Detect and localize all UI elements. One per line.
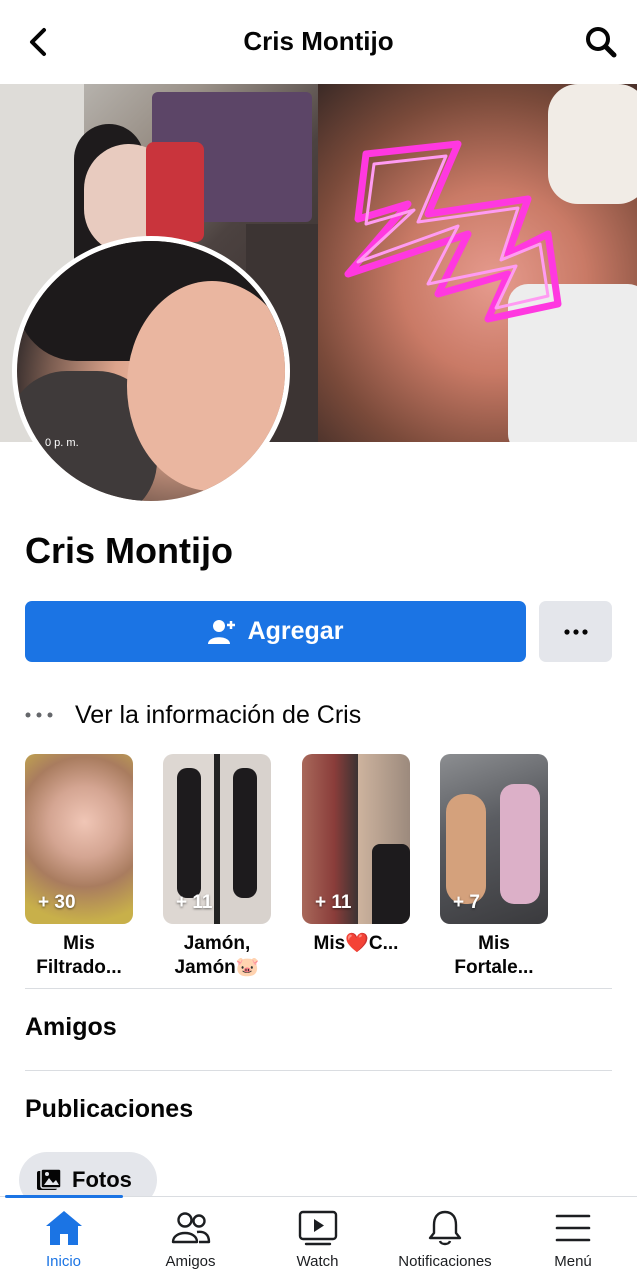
more-options-button[interactable] (539, 601, 612, 662)
bottom-navigation: Inicio Amigos Watch Notificaciones Menú (0, 1195, 637, 1280)
nav-item-inicio[interactable]: Inicio (0, 1209, 127, 1270)
search-icon (586, 27, 617, 58)
featured-count: + 30 (38, 892, 76, 913)
cover-photo-right (318, 84, 637, 442)
featured-label: Filtrado... (36, 957, 122, 978)
nav-item-menu[interactable]: Menú (509, 1209, 637, 1270)
menu-icon (555, 1214, 591, 1242)
photos-icon (37, 1168, 62, 1190)
featured-count: + 11 (315, 892, 352, 913)
profile-picture[interactable]: 0 p. m. (12, 236, 290, 506)
featured-item[interactable]: + 30 Mis Filtrado... (25, 754, 133, 980)
featured-item[interactable]: + 11 Mis❤️C... (302, 754, 410, 956)
page-title: Cris Montijo (243, 26, 394, 56)
divider (25, 988, 612, 989)
friends-icon (171, 1212, 210, 1244)
phone-image (146, 142, 204, 242)
home-icon (45, 1211, 82, 1245)
profile-name: Cris Montijo (25, 530, 233, 571)
nav-label: Amigos (165, 1253, 216, 1270)
neon-doodle (344, 140, 562, 323)
featured-item[interactable]: + 11 Jamón, Jamón🐷 (163, 754, 271, 980)
bell-icon (428, 1210, 462, 1246)
featured-label: Jamón, (183, 933, 251, 954)
featured-label: Mis (478, 933, 510, 954)
add-friend-label: Agregar (247, 617, 344, 645)
featured-thumbnail: + 30 (25, 754, 133, 924)
nav-label: Inicio (45, 1253, 82, 1270)
featured-label: Mis (63, 933, 95, 954)
featured-thumbnail: + 11 (302, 754, 410, 924)
divider (25, 1070, 612, 1071)
nav-item-watch[interactable]: Watch (254, 1209, 381, 1270)
nav-label: Watch (296, 1253, 339, 1270)
featured-thumbnail: + 7 (440, 754, 548, 924)
about-info-link[interactable]: Ver la información de Cris (25, 696, 361, 734)
featured-label: Jamón🐷 (174, 957, 260, 978)
friends-section-title[interactable]: Amigos (25, 1013, 117, 1042)
nav-label: Menú (554, 1253, 592, 1270)
featured-label: Fortale... (454, 957, 534, 978)
featured-label: Mis❤️C... (313, 933, 399, 954)
watch-icon (298, 1210, 337, 1246)
more-horizontal-icon (25, 712, 53, 718)
photos-chip-label: Fotos (72, 1167, 132, 1192)
featured-count: + 11 (176, 892, 213, 913)
featured-item[interactable]: + 7 Mis Fortale... (440, 754, 548, 980)
nav-item-amigos[interactable]: Amigos (127, 1209, 254, 1270)
photo-timestamp: 0 p. m. (45, 437, 79, 449)
featured-count: + 7 (453, 892, 480, 913)
top-bar: Cris Montijo (0, 0, 637, 84)
about-info-label: Ver la información de Cris (75, 700, 362, 729)
featured-collections: + 30 Mis Filtrado... + 11 Jamón, Jamón🐷 … (25, 754, 625, 984)
add-friend-button[interactable]: Agregar (25, 601, 526, 662)
add-friend-icon (207, 619, 235, 644)
posts-section-title: Publicaciones (25, 1095, 194, 1123)
search-button[interactable] (581, 22, 621, 62)
featured-thumbnail: + 11 (163, 754, 271, 924)
more-dots-icon (563, 628, 588, 635)
nav-label: Notificaciones (398, 1253, 492, 1270)
nav-item-notificaciones[interactable]: Notificaciones (381, 1209, 509, 1270)
active-tab-indicator (5, 1195, 123, 1198)
